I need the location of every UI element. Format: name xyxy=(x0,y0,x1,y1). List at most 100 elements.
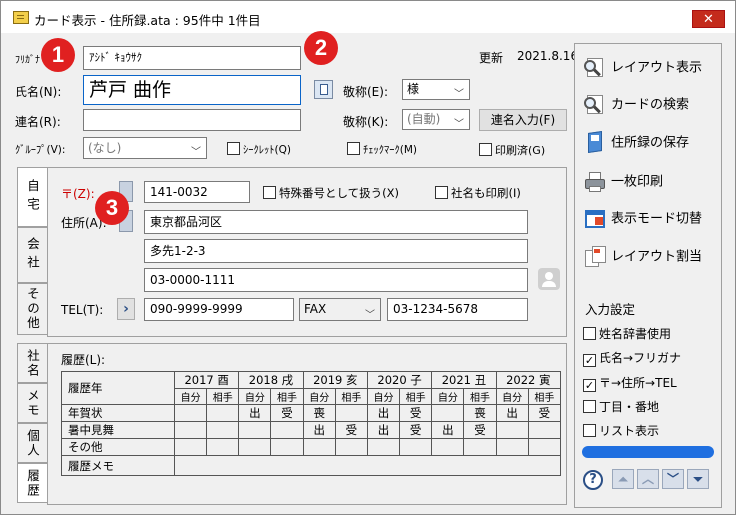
checkmark-checkbox[interactable]: ﾁｪｯｸﾏｰｸ(M) xyxy=(347,142,417,157)
furigana-field[interactable]: ｱｼﾄﾞ ｷｮｳｻｸ xyxy=(83,46,301,70)
history-cell[interactable] xyxy=(173,421,208,439)
history-cell[interactable] xyxy=(431,404,465,422)
sidebar-item-label: カードの検索 xyxy=(611,97,690,113)
tab-home[interactable]: 自宅 xyxy=(17,167,47,227)
history-memo-field[interactable] xyxy=(174,455,561,476)
history-cell[interactable]: 受 xyxy=(463,421,497,439)
history-cell[interactable]: 出 xyxy=(302,421,336,439)
sidebar-item-layout-view[interactable]: レイアウト表示 xyxy=(583,56,702,80)
fax-type-value: FAX xyxy=(304,302,327,316)
zip-label: 〒(Z): xyxy=(61,187,95,201)
year-header: 2018 戌 xyxy=(238,371,304,389)
history-cell[interactable]: 出 xyxy=(366,421,401,439)
sidebar-item-print-one[interactable]: 一枚印刷 xyxy=(583,170,663,194)
person-photo-icon[interactable] xyxy=(538,268,560,290)
setting-name-to-furigana[interactable]: ✓ 氏名→フリガナ xyxy=(583,349,681,367)
up-chevron-icon: ︿ xyxy=(641,472,654,486)
sidebar-item-card-search[interactable]: カードの検索 xyxy=(583,93,689,117)
history-cell[interactable]: 受 xyxy=(399,404,433,422)
honorific-e-value: 様 xyxy=(407,82,420,96)
address-line-3[interactable]: 03-0000-1111 xyxy=(144,268,528,292)
history-cell[interactable]: 受 xyxy=(270,404,304,422)
history-cell[interactable]: 喪 xyxy=(302,404,336,422)
history-cell[interactable]: 出 xyxy=(238,404,272,422)
close-button[interactable]: ✕ xyxy=(692,10,725,28)
history-cell[interactable] xyxy=(527,421,562,439)
history-cell[interactable]: 喪 xyxy=(463,404,497,422)
tab-company-name[interactable]: 社名 xyxy=(17,343,47,383)
history-cell[interactable] xyxy=(270,438,304,456)
help-icon[interactable]: ? xyxy=(583,470,603,490)
history-cell[interactable] xyxy=(206,421,240,439)
sidebar-item-label: 一枚印刷 xyxy=(611,174,664,190)
tel-dial-button[interactable]: › xyxy=(117,298,135,320)
magnifier-search-icon xyxy=(583,93,607,117)
setting-list-view[interactable]: リスト表示 xyxy=(583,422,659,439)
setting-block-number[interactable]: 丁目・番地 xyxy=(583,398,659,415)
history-cell[interactable] xyxy=(270,421,304,439)
row-label: その他 xyxy=(61,438,175,456)
other-header: 相手 xyxy=(527,388,562,405)
history-cell[interactable]: 受 xyxy=(399,421,433,439)
history-cell[interactable] xyxy=(431,438,465,456)
history-cell[interactable] xyxy=(334,438,368,456)
address-line-2[interactable]: 多先1-2-3 xyxy=(144,239,528,263)
history-cell[interactable] xyxy=(173,438,208,456)
history-cell[interactable] xyxy=(302,438,336,456)
fax-field[interactable]: 03-1234-5678 xyxy=(387,298,528,321)
sidebar-item-display-mode[interactable]: 表示モード切替 xyxy=(583,207,702,231)
history-cell[interactable]: 受 xyxy=(334,421,368,439)
tab-other[interactable]: その他 xyxy=(17,283,47,335)
secret-checkbox[interactable]: ｼｰｸﾚｯﾄ(Q) xyxy=(227,142,291,157)
joint-name-input-button[interactable]: 連名入力(F) xyxy=(479,109,567,131)
history-cell[interactable] xyxy=(206,438,240,456)
history-cell[interactable] xyxy=(399,438,433,456)
history-cell[interactable] xyxy=(238,438,272,456)
last-record-button[interactable]: ⏷ xyxy=(687,469,709,489)
history-cell[interactable]: 出 xyxy=(495,404,529,422)
table-row: その他 xyxy=(61,438,562,456)
sidebar-item-save[interactable]: 住所録の保存 xyxy=(583,131,689,155)
history-cell[interactable] xyxy=(238,421,272,439)
history-cell[interactable] xyxy=(495,438,529,456)
year-header: 2017 酉 xyxy=(173,371,240,389)
history-cell[interactable] xyxy=(495,421,529,439)
name-dictionary-icon[interactable] xyxy=(314,80,333,99)
print-company-checkbox[interactable]: 社名も印刷(I) xyxy=(435,185,521,201)
honorific-k-label: 敬称(K): xyxy=(343,115,389,129)
history-cell[interactable] xyxy=(463,438,497,456)
honorific-e-label: 敬称(E): xyxy=(343,85,388,99)
history-cell[interactable] xyxy=(206,404,240,422)
name-field[interactable]: 芦戸 曲作 xyxy=(83,75,301,105)
setting-zip-to-address[interactable]: ✓ 〒→住所→TEL xyxy=(583,374,677,392)
special-zip-checkbox[interactable]: 特殊番号として扱う(X) xyxy=(263,185,399,201)
honorific-k-select[interactable]: (自動) ﹀ xyxy=(402,109,470,130)
tab-memo[interactable]: メモ xyxy=(17,383,47,423)
first-record-button[interactable]: ⏶ xyxy=(612,469,634,489)
history-cell[interactable]: 受 xyxy=(527,404,562,422)
fax-type-select[interactable]: FAX ﹀ xyxy=(299,298,381,321)
history-cell[interactable]: 出 xyxy=(366,404,401,422)
history-cell[interactable] xyxy=(173,404,208,422)
tab-company[interactable]: 会社 xyxy=(17,227,47,283)
previous-record-button[interactable]: ︿ xyxy=(637,469,659,489)
history-label: 履歴(L): xyxy=(61,353,106,367)
honorific-e-select[interactable]: 様 ﹀ xyxy=(402,79,470,100)
setting-name-dictionary[interactable]: 姓名辞書使用 xyxy=(583,325,671,342)
group-select[interactable]: (なし) ﹀ xyxy=(83,137,207,159)
next-record-button[interactable]: ﹀ xyxy=(662,469,684,489)
sidebar-item-layout-assign[interactable]: レイアウト割当 xyxy=(583,245,702,269)
history-cell[interactable] xyxy=(527,438,562,456)
tab-history[interactable]: 履歴 xyxy=(17,463,47,503)
other-header: 相手 xyxy=(334,388,368,405)
history-cell[interactable]: 出 xyxy=(431,421,465,439)
joint-name-field[interactable] xyxy=(83,109,301,131)
printed-checkbox[interactable]: 印刷済(G) xyxy=(479,142,545,158)
tel-field[interactable]: 090-9999-9999 xyxy=(144,298,294,321)
history-cell[interactable] xyxy=(366,438,401,456)
address-line-1[interactable]: 東京都品河区 xyxy=(144,210,528,234)
history-cell[interactable] xyxy=(334,404,368,422)
zip-field[interactable]: 141-0032 xyxy=(144,181,250,203)
tab-personal[interactable]: 個人 xyxy=(17,423,47,463)
callout-badge-1: 1 xyxy=(41,38,75,72)
